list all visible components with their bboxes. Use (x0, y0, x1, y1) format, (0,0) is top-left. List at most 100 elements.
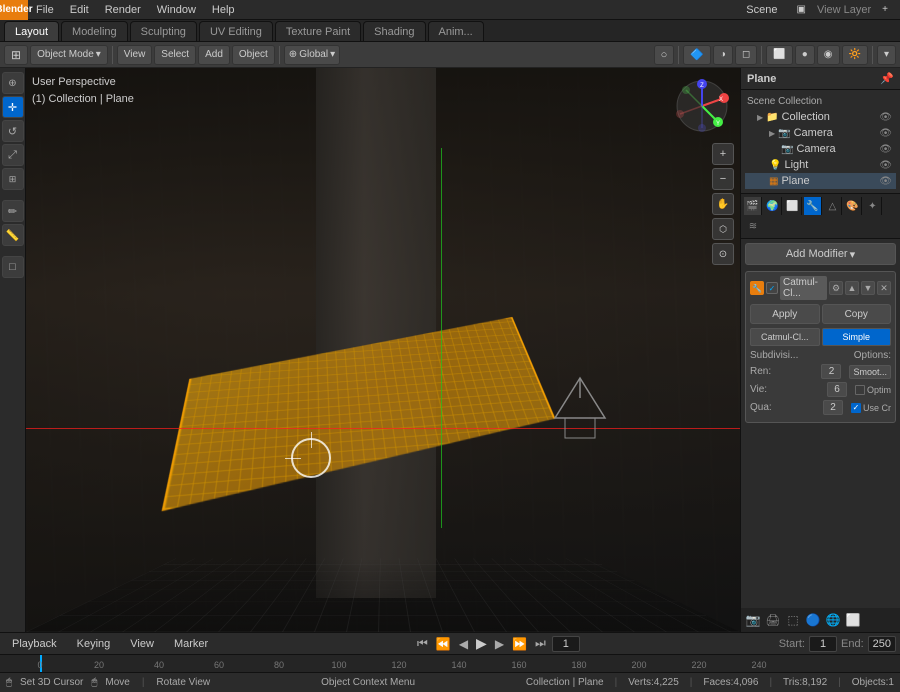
start-frame-input[interactable]: 1 (809, 636, 837, 652)
prev-keyframe-btn[interactable]: ⏪ (434, 637, 453, 651)
next-keyframe-btn[interactable]: ⏩ (510, 637, 529, 651)
world-props-icon[interactable]: 🌐 (824, 611, 842, 629)
menu-file[interactable]: File (28, 0, 62, 20)
render-props-icon[interactable]: 📷 (744, 611, 762, 629)
end-frame-input[interactable]: 250 (868, 636, 896, 652)
material-shading-btn[interactable]: ◉ (817, 45, 840, 65)
add-menu-btn[interactable]: Add (198, 45, 230, 65)
wire-shading-btn[interactable]: ⬜ (766, 45, 792, 65)
menu-help[interactable]: Help (204, 0, 243, 20)
prev-frame-btn[interactable]: ◀ (457, 637, 470, 651)
tab-object-props[interactable]: ⬜ (784, 197, 802, 215)
subdiv-close-btn[interactable]: ✕ (877, 281, 891, 295)
light-item[interactable]: 💡 Light 👁 (745, 157, 896, 173)
tab-layout[interactable]: Layout (4, 21, 59, 41)
scale-tool[interactable]: ⤢ (2, 144, 24, 166)
jump-start-btn[interactable]: ⏮ (415, 636, 430, 651)
pan-view-btn[interactable]: ✋ (712, 193, 734, 215)
editor-type-btn[interactable]: ⊞ (4, 45, 28, 65)
camera-object-item[interactable]: 📷 Camera 👁 (745, 141, 896, 157)
cursor-tool[interactable]: ⊕ (2, 72, 24, 94)
tab-sculpting[interactable]: Sculpting (130, 21, 197, 41)
subdiv-settings-btn[interactable]: ⚙ (829, 281, 843, 295)
rotate-tool[interactable]: ↺ (2, 120, 24, 142)
transform-tool[interactable]: ⊞ (2, 168, 24, 190)
vie-value[interactable]: 6 (827, 382, 847, 397)
next-frame-btn[interactable]: ▶ (493, 637, 506, 651)
tab-modifier-props[interactable]: 🔧 (804, 197, 822, 215)
tab-scene-props[interactable]: 🎬 (744, 197, 762, 215)
axis-gizmo[interactable]: X Y Z (672, 76, 732, 136)
copy-btn[interactable]: Copy (822, 304, 892, 324)
subdiv-down-btn[interactable]: ▼ (861, 281, 875, 295)
subdiv-up-btn[interactable]: ▲ (845, 281, 859, 295)
overlay-btn[interactable]: ◑ (713, 45, 733, 65)
camera-obj-visibility-icon[interactable]: 👁 (879, 144, 892, 155)
scene-props-icon[interactable]: 🔵 (804, 611, 822, 629)
annotate-tool[interactable]: ✏ (2, 200, 24, 222)
plane-item[interactable]: ▦ Plane 👁 (745, 173, 896, 189)
local-view-btn[interactable]: ⊙ (712, 243, 734, 265)
rendered-shading-btn[interactable]: 🔆 (842, 45, 868, 65)
obj-props-icon[interactable]: ⬜ (844, 611, 862, 629)
marker-menu[interactable]: Marker (166, 634, 216, 654)
tab-world-props[interactable]: 🌍 (764, 197, 782, 215)
mode-toggle-btn[interactable]: Object Mode ▾ (30, 45, 108, 65)
tab-physics-props[interactable]: ≋ (744, 217, 762, 235)
simple-btn[interactable]: Simple (822, 328, 892, 346)
catmull-clark-btn[interactable]: Catmul-Cl... (750, 328, 820, 346)
add-modifier-btn[interactable]: Add Modifier ▾ (745, 243, 896, 265)
solid-shading-btn[interactable]: ● (795, 45, 815, 65)
camera-collection-item[interactable]: ▶ 📷 Camera 👁 (745, 125, 896, 141)
tab-shading[interactable]: Shading (363, 21, 425, 41)
view-menu-btn[interactable]: View (117, 45, 153, 65)
view-menu[interactable]: View (122, 634, 162, 654)
tab-data-props[interactable]: △ (824, 197, 842, 215)
subdiv-name-field[interactable]: Catmul-Cl... (780, 276, 827, 300)
plane-visibility-icon[interactable]: 👁 (879, 176, 892, 187)
object-menu-btn[interactable]: Object (232, 45, 275, 65)
playback-menu[interactable]: Playback (4, 634, 65, 654)
subdiv-checkbox[interactable]: ✓ (766, 282, 778, 294)
screen-layout-btn[interactable]: ▣ (788, 0, 813, 20)
tab-texture-paint[interactable]: Texture Paint (275, 21, 361, 41)
viewport-shading-settings[interactable]: ▾ (877, 45, 896, 65)
perspective-toggle-btn[interactable]: ⬡ (712, 218, 734, 240)
snap-btn[interactable]: 🔷 (683, 45, 711, 65)
move-tool[interactable]: ✛ (2, 96, 24, 118)
tab-uv-editing[interactable]: UV Editing (199, 21, 273, 41)
apply-btn[interactable]: Apply (750, 304, 820, 324)
keying-menu[interactable]: Keying (69, 634, 119, 654)
light-visibility-icon[interactable]: 👁 (879, 160, 892, 171)
xray-btn[interactable]: ◻ (735, 45, 757, 65)
usecr-checkbox[interactable]: ✓ (851, 403, 861, 413)
timeline-ruler[interactable]: 0 20 40 60 80 100 120 140 160 180 200 22… (0, 654, 900, 672)
add-cube-tool[interactable]: □ (2, 256, 24, 278)
tab-animation[interactable]: Anim... (428, 21, 484, 41)
zoom-out-btn[interactable]: − (712, 168, 734, 190)
measure-tool[interactable]: 📏 (2, 224, 24, 246)
view-layer-props-icon[interactable]: ⬚ (784, 611, 802, 629)
tab-particles-props[interactable]: ✦ (864, 197, 882, 215)
collection-item[interactable]: ▶ 📁 Collection 👁 (745, 109, 896, 125)
play-btn[interactable]: ▶ (474, 635, 489, 652)
tab-material-props[interactable]: 🎨 (844, 197, 862, 215)
3d-viewport[interactable]: User Perspective (1) Collection | Plane … (26, 68, 740, 632)
smooth-dropdown[interactable]: Smoot... (849, 365, 891, 379)
camera-collection-visibility-icon[interactable]: 👁 (879, 128, 892, 139)
view-layer-btn[interactable]: + (874, 0, 896, 20)
current-frame-input[interactable]: 1 (552, 636, 580, 652)
pin-icon[interactable]: 📌 (880, 72, 894, 85)
collection-visibility-icon[interactable]: 👁 (879, 112, 892, 123)
menu-render[interactable]: Render (97, 0, 149, 20)
ren-value[interactable]: 2 (821, 364, 841, 379)
jump-end-btn[interactable]: ⏭ (533, 636, 548, 651)
tab-modeling[interactable]: Modeling (61, 21, 128, 41)
zoom-in-btn[interactable]: + (712, 143, 734, 165)
output-props-icon[interactable]: 🖨 (764, 611, 782, 629)
menu-window[interactable]: Window (149, 0, 204, 20)
transform-space-btn[interactable]: ⊕ Global ▾ (284, 45, 340, 65)
proportional-edit-btn[interactable]: ○ (654, 45, 675, 65)
menu-edit[interactable]: Edit (62, 0, 97, 20)
qua-value[interactable]: 2 (823, 400, 843, 415)
